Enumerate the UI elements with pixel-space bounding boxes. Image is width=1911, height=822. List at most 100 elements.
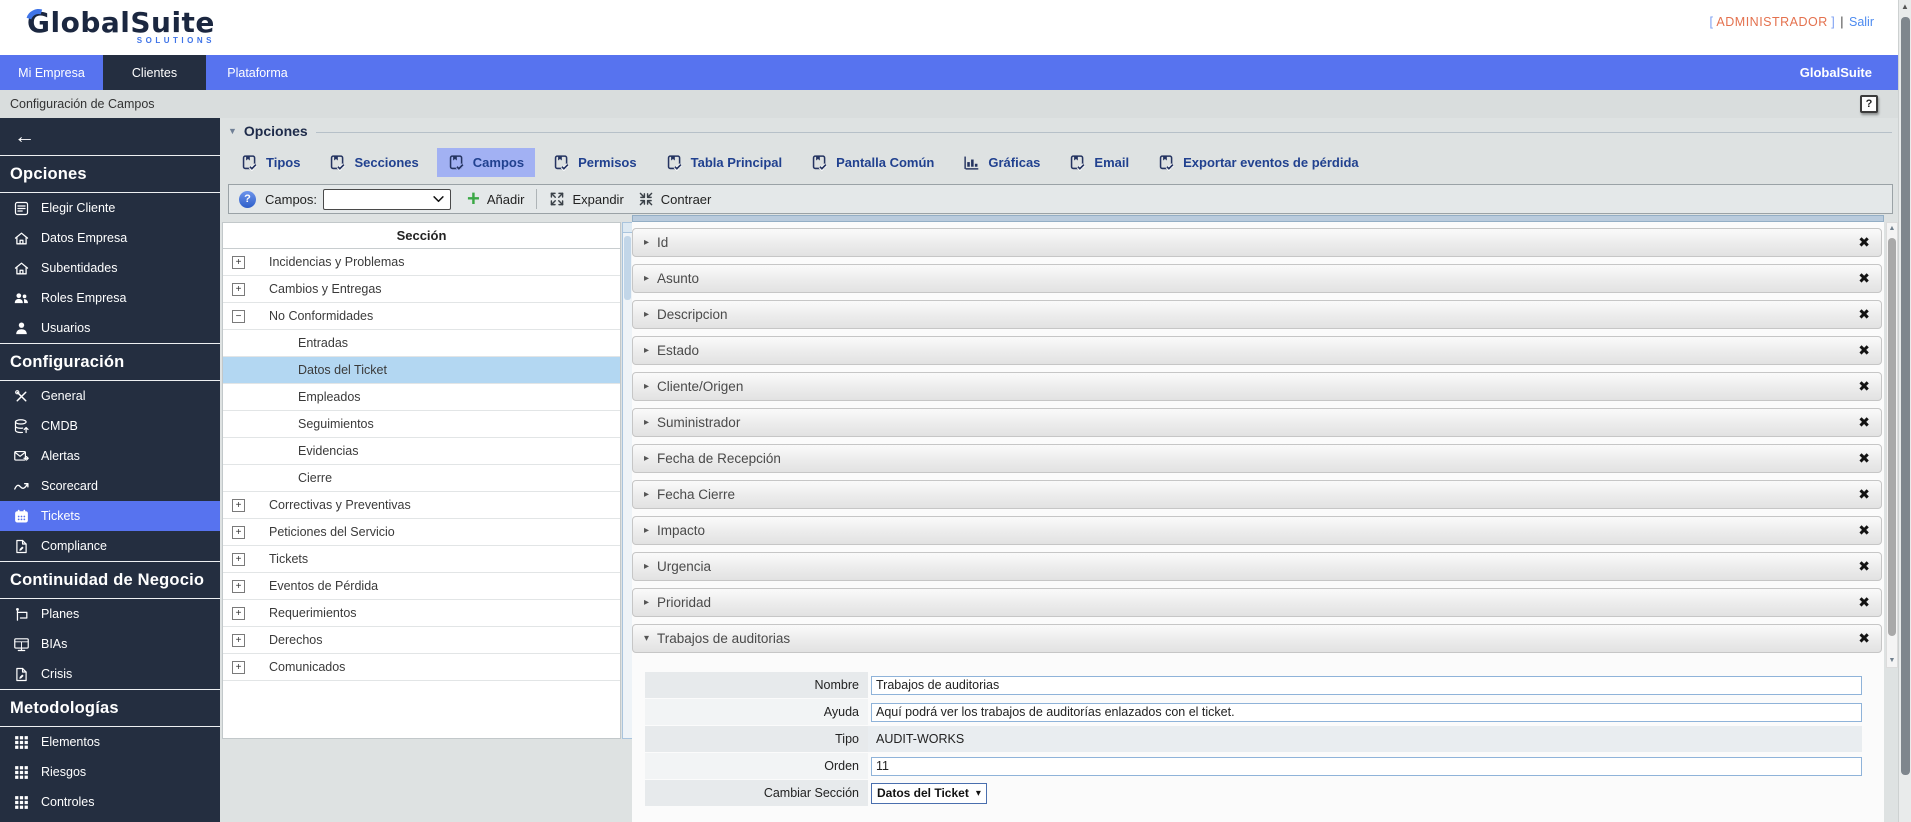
sidebar-item-tickets[interactable]: Tickets	[0, 501, 220, 531]
close-icon[interactable]: ✖	[1858, 414, 1870, 431]
tree-row-evidencias[interactable]: Evidencias	[223, 438, 620, 465]
close-icon[interactable]: ✖	[1858, 378, 1870, 395]
tree-row-peticiones[interactable]: + Peticiones del Servicio	[223, 519, 620, 546]
close-icon[interactable]: ✖	[1858, 486, 1870, 503]
field-bar-fecha-cierre[interactable]: ▸ Fecha Cierre ✖	[632, 480, 1882, 509]
field-bar-id[interactable]: ▸ Id ✖	[632, 228, 1882, 257]
back-button[interactable]: ←	[0, 118, 220, 155]
sidebar-item-scorecard[interactable]: Scorecard	[0, 471, 220, 501]
campos-select[interactable]	[323, 188, 452, 210]
close-icon[interactable]: ✖	[1858, 234, 1870, 251]
tree-row-derechos[interactable]: + Derechos	[223, 627, 620, 654]
expand-toggle[interactable]: +	[232, 525, 245, 539]
expand-toggle[interactable]: +	[232, 579, 245, 593]
field-bar-fecha-recepcion[interactable]: ▸ Fecha de Recepción ✖	[632, 444, 1882, 473]
close-icon[interactable]: ✖	[1858, 342, 1870, 359]
nav-item-mi-empresa[interactable]: Mi Empresa	[0, 55, 103, 90]
sidebar-item-elegir-cliente[interactable]: Elegir Cliente	[0, 193, 220, 223]
tab-secciones[interactable]: Secciones	[318, 148, 429, 177]
sidebar-item-planes[interactable]: Planes	[0, 599, 220, 629]
close-icon[interactable]: ✖	[1858, 558, 1870, 575]
sidebar-item-auditorias[interactable]: Auditorías	[0, 817, 220, 822]
expand-toggle[interactable]: +	[232, 633, 245, 647]
scroll-up-button[interactable]	[623, 223, 632, 233]
expand-toggle[interactable]: +	[232, 660, 245, 674]
ayuda-input[interactable]	[871, 702, 1862, 722]
tab-tabla-principal[interactable]: Tabla Principal	[655, 148, 794, 177]
tree-row-no-conformidades[interactable]: − No Conformidades	[223, 303, 620, 330]
sidebar-item-cmdb[interactable]: CMDB	[0, 411, 220, 441]
orden-input[interactable]	[871, 756, 1862, 776]
collapse-toggle[interactable]: −	[232, 309, 245, 323]
nombre-input[interactable]	[871, 675, 1862, 695]
plus-icon[interactable]: +	[467, 188, 480, 210]
tree-row-cambios[interactable]: + Cambios y Entregas	[223, 276, 620, 303]
nav-item-clientes[interactable]: Clientes	[103, 55, 206, 90]
expand-toggle[interactable]: +	[232, 498, 245, 512]
collapse-triangle-icon[interactable]: ▼	[228, 126, 237, 136]
expand-toggle[interactable]: +	[232, 255, 245, 269]
sidebar-item-datos-empresa[interactable]: Datos Empresa	[0, 223, 220, 253]
close-icon[interactable]: ✖	[1858, 270, 1870, 287]
close-icon[interactable]: ✖	[1858, 522, 1870, 539]
close-icon[interactable]: ✖	[1858, 630, 1870, 647]
tree-row-comunicados[interactable]: + Comunicados	[223, 654, 620, 681]
field-bar-trabajos-auditorias[interactable]: ▾ Trabajos de auditorias ✖	[632, 624, 1882, 653]
expand-toggle[interactable]: +	[232, 552, 245, 566]
sidebar-item-alertas[interactable]: Alertas	[0, 441, 220, 471]
add-button[interactable]: Añadir	[487, 192, 525, 207]
field-bar-asunto[interactable]: ▸ Asunto ✖	[632, 264, 1882, 293]
sidebar-item-subentidades[interactable]: Subentidades	[0, 253, 220, 283]
sidebar-item-compliance[interactable]: Compliance	[0, 531, 220, 561]
scroll-thumb[interactable]	[624, 236, 631, 300]
globalsuite-logo[interactable]: GlobalSuite SOLUTIONS	[21, 4, 215, 45]
tree-row-correctivas[interactable]: + Correctivas y Preventivas	[223, 492, 620, 519]
expand-icon[interactable]	[549, 191, 565, 207]
scroll-thumb[interactable]	[1888, 238, 1896, 636]
tab-email[interactable]: Email	[1058, 148, 1140, 177]
sidebar-item-bias[interactable]: BIAs	[0, 629, 220, 659]
expand-button[interactable]: Expandir	[572, 192, 623, 207]
tree-row-requerimientos[interactable]: + Requerimientos	[223, 600, 620, 627]
sidebar-item-usuarios[interactable]: Usuarios	[0, 313, 220, 343]
fields-scrollbar[interactable]: ▲ ▼	[1886, 222, 1898, 668]
scroll-thumb[interactable]	[1901, 17, 1910, 775]
tree-row-eventos-perdida[interactable]: + Eventos de Pérdida	[223, 573, 620, 600]
expand-toggle[interactable]: +	[232, 606, 245, 620]
scroll-up-button[interactable]: ▲	[1899, 0, 1911, 14]
tab-permisos[interactable]: Permisos	[542, 148, 648, 177]
tree-row-seguimientos[interactable]: Seguimientos	[223, 411, 620, 438]
field-bar-suministrador[interactable]: ▸ Suministrador ✖	[632, 408, 1882, 437]
tree-row-cierre[interactable]: Cierre	[223, 465, 620, 492]
field-bar-descripcion[interactable]: ▸ Descripcion ✖	[632, 300, 1882, 329]
tab-tipos[interactable]: Tipos	[230, 148, 311, 177]
close-icon[interactable]: ✖	[1858, 450, 1870, 467]
expand-toggle[interactable]: +	[232, 282, 245, 296]
collapse-icon[interactable]	[638, 191, 654, 207]
collapse-button[interactable]: Contraer	[661, 192, 712, 207]
page-scrollbar[interactable]: ▲	[1898, 0, 1911, 822]
tree-row-incidencias[interactable]: + Incidencias y Problemas	[223, 249, 620, 276]
sidebar-item-controles[interactable]: Controles	[0, 787, 220, 817]
cambiar-seccion-select[interactable]: Datos del Ticket ▾	[871, 782, 987, 804]
help-icon[interactable]: ?	[1860, 95, 1878, 113]
tree-row-datos-del-ticket[interactable]: Datos del Ticket	[223, 357, 620, 384]
tab-pantalla-comun[interactable]: Pantalla Común	[800, 148, 945, 177]
tree-row-empleados[interactable]: Empleados	[223, 384, 620, 411]
sidebar-item-general[interactable]: General	[0, 381, 220, 411]
nav-globalsuite-link[interactable]: GlobalSuite	[1800, 55, 1898, 90]
field-bar-impacto[interactable]: ▸ Impacto ✖	[632, 516, 1882, 545]
scroll-up-button[interactable]: ▲	[1887, 223, 1897, 235]
sidebar-item-crisis[interactable]: Crisis	[0, 659, 220, 689]
sidebar-item-elementos[interactable]: Elementos	[0, 727, 220, 757]
field-bar-estado[interactable]: ▸ Estado ✖	[632, 336, 1882, 365]
field-bar-urgencia[interactable]: ▸ Urgencia ✖	[632, 552, 1882, 581]
horizontal-scrollbar[interactable]	[632, 215, 1884, 222]
help-circle-icon[interactable]: ?	[239, 190, 256, 208]
sidebar-item-roles-empresa[interactable]: Roles Empresa	[0, 283, 220, 313]
scroll-down-button[interactable]: ▼	[1887, 655, 1897, 667]
close-icon[interactable]: ✖	[1858, 594, 1870, 611]
close-icon[interactable]: ✖	[1858, 306, 1870, 323]
tab-campos[interactable]: Campos	[436, 147, 536, 177]
tree-row-tickets[interactable]: + Tickets	[223, 546, 620, 573]
